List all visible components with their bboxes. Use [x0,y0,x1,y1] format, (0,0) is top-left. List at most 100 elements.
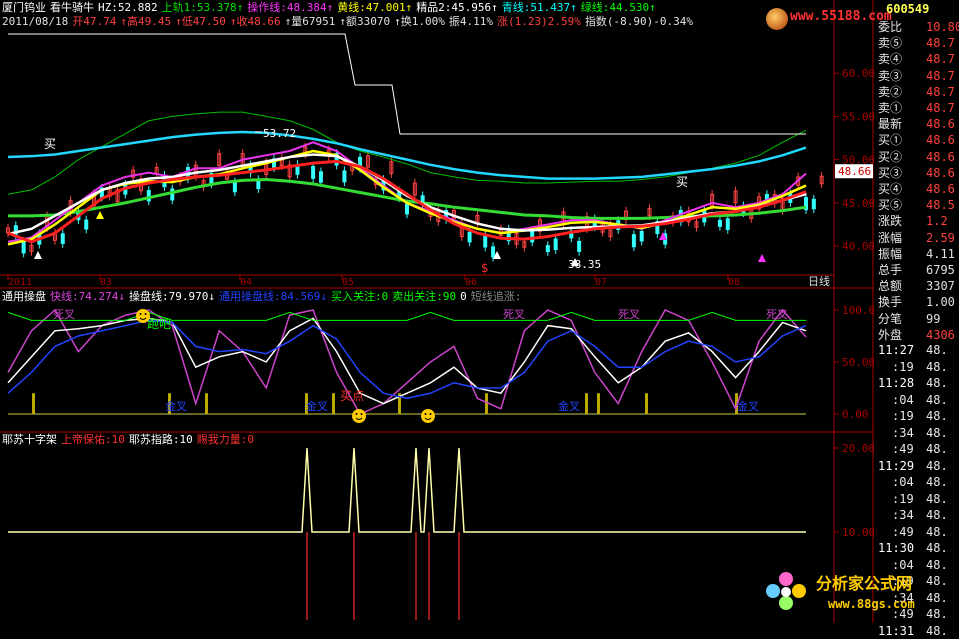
smiley-eye [355,413,358,415]
header-item: HZ:52.882 [98,1,158,14]
tick-time: :49 [892,524,914,539]
series-line-上帝保佑 [8,447,806,533]
stock-code: 600549 [886,2,930,16]
tick-row: :04 48. [878,392,958,408]
sell-marker: $ [481,261,488,275]
quote-value: 48.6 [926,117,955,132]
quote-label: 卖⑤ [878,36,903,51]
candle-body [639,230,644,242]
candle-body [491,246,496,258]
indicator2-legend-item: 赐我力量:0 [196,433,254,446]
tick-price: 48. [926,343,948,357]
run-label: 跑吧 [147,317,171,331]
tick-time: :04 [892,475,914,489]
candle-body [84,219,89,230]
buy-label-1: 买 [44,137,56,151]
quote-label: 委比 [878,20,903,34]
tick-row: :34 48. [878,507,958,523]
dead-cross-label: 死叉 [766,308,788,321]
quote-value: 48.6 [926,149,955,164]
tick-price: 48. [926,623,948,638]
quote-value: 48.6 [926,182,955,196]
quote-row: 卖② 48.7 [878,84,958,100]
x-tick-label: 07 [595,277,607,288]
smiley-eye [139,313,142,315]
tick-time: 11:30 [878,541,915,555]
gold-cross-label: 金叉 [737,399,759,413]
series-line-通用操盘线 [7,319,807,400]
quote-row: 最新 48.6 [878,116,958,132]
series-line-操盘线 [7,317,807,405]
logo-title: 分析家公式网 [816,574,913,593]
tick-time: 11:27 [878,343,915,357]
candle-body [725,218,730,230]
x-tick-label: 08 [728,277,740,288]
dead-cross-label: 死叉 [53,308,75,321]
gold-cross-label: 金叉 [558,399,580,413]
quote-value: 6795 [926,263,955,277]
candle-body [60,233,65,244]
buy-label-2: 买 [676,175,688,189]
quote-panel: 600549 委比 10.80 卖⑤ 48.7 卖④ 48.7 卖③ 48.7 卖② 48.7 卖①… [874,0,959,638]
tick-price: 48. [926,541,948,555]
smiley-eye [144,313,147,315]
quote-label: 卖② [878,84,903,99]
logo-url: www.88gs.com [828,597,915,611]
quote-row: 委比 10.80 [878,19,959,35]
quote-label: 最新 [878,117,903,132]
quote-value: 10.80 [926,20,959,34]
tick-row: 11:30 48. [878,540,958,556]
quote-label: 总额 [878,279,903,294]
signal-bar [332,393,335,414]
indicator2-legend: 耶苏十字架 上帝保佑:10 耶苏指路:10 赐我力量:0 [2,433,258,446]
header-item: ↑低47.50 [175,15,226,28]
quote-row: 买① 48.6 [878,132,958,148]
quote-value: 4.11 [926,246,955,261]
smiley-eye [429,413,432,415]
smiley-icon [352,409,366,423]
header-item: ↑收48.66 [229,15,281,28]
candle-body [553,238,558,251]
tick-price: 48. [926,524,948,539]
quote-value: 48.7 [926,101,955,115]
watermark-logo-icon [766,8,788,30]
tick-row: 11:27 48. [878,342,958,358]
header-item: 看牛骑牛 [50,1,94,14]
quote-value: 48.7 [926,36,955,51]
y-tick-label: 50.00 [842,356,874,369]
y-tick-label: 45.00 [842,197,874,210]
quote-row: 涨跌 1.2 [878,213,958,229]
indicator1-legend-item: 快线:74.274↓ [50,290,125,303]
quote-value: 48.5 [926,198,955,213]
tick-time: :04 [892,392,914,407]
series-line-黄线 [7,149,807,246]
quote-row: 买② 48.6 [878,149,958,165]
candle-body [467,231,472,243]
smiley-eye [424,413,427,415]
tick-row: :34 48. [878,425,958,441]
flower-logo-icon [766,572,806,612]
quote-row: 分笔 99 [878,311,958,327]
quote-label: 外盘 [878,327,903,342]
tick-price: 48. [926,425,948,440]
tick-time: :34 [892,508,914,522]
quote-row: 外盘 4306 [878,327,958,343]
tick-price: 48. [926,491,948,506]
quote-row: 涨幅 2.59 [878,230,958,246]
current-price-label: 48.66 [838,165,871,178]
indicator2-legend-item: 上帝保佑:10 [61,433,125,446]
series-line-青线 [7,130,807,180]
candle-body [811,198,816,210]
quote-row: 买⑤ 48.5 [878,197,958,213]
tick-row: :49 48. [878,441,958,457]
quote-label: 卖④ [878,52,903,67]
signal-bar [205,393,208,414]
candle-body [530,230,535,243]
quote-label: 分笔 [878,311,903,326]
quote-label: 买④ [878,182,903,196]
quote-row: 卖① 48.7 [878,100,958,116]
y-tick-label: 20.00 [842,442,874,455]
signal-triangle [34,251,42,259]
quote-label: 买③ [878,165,903,180]
candle-body [318,171,323,183]
